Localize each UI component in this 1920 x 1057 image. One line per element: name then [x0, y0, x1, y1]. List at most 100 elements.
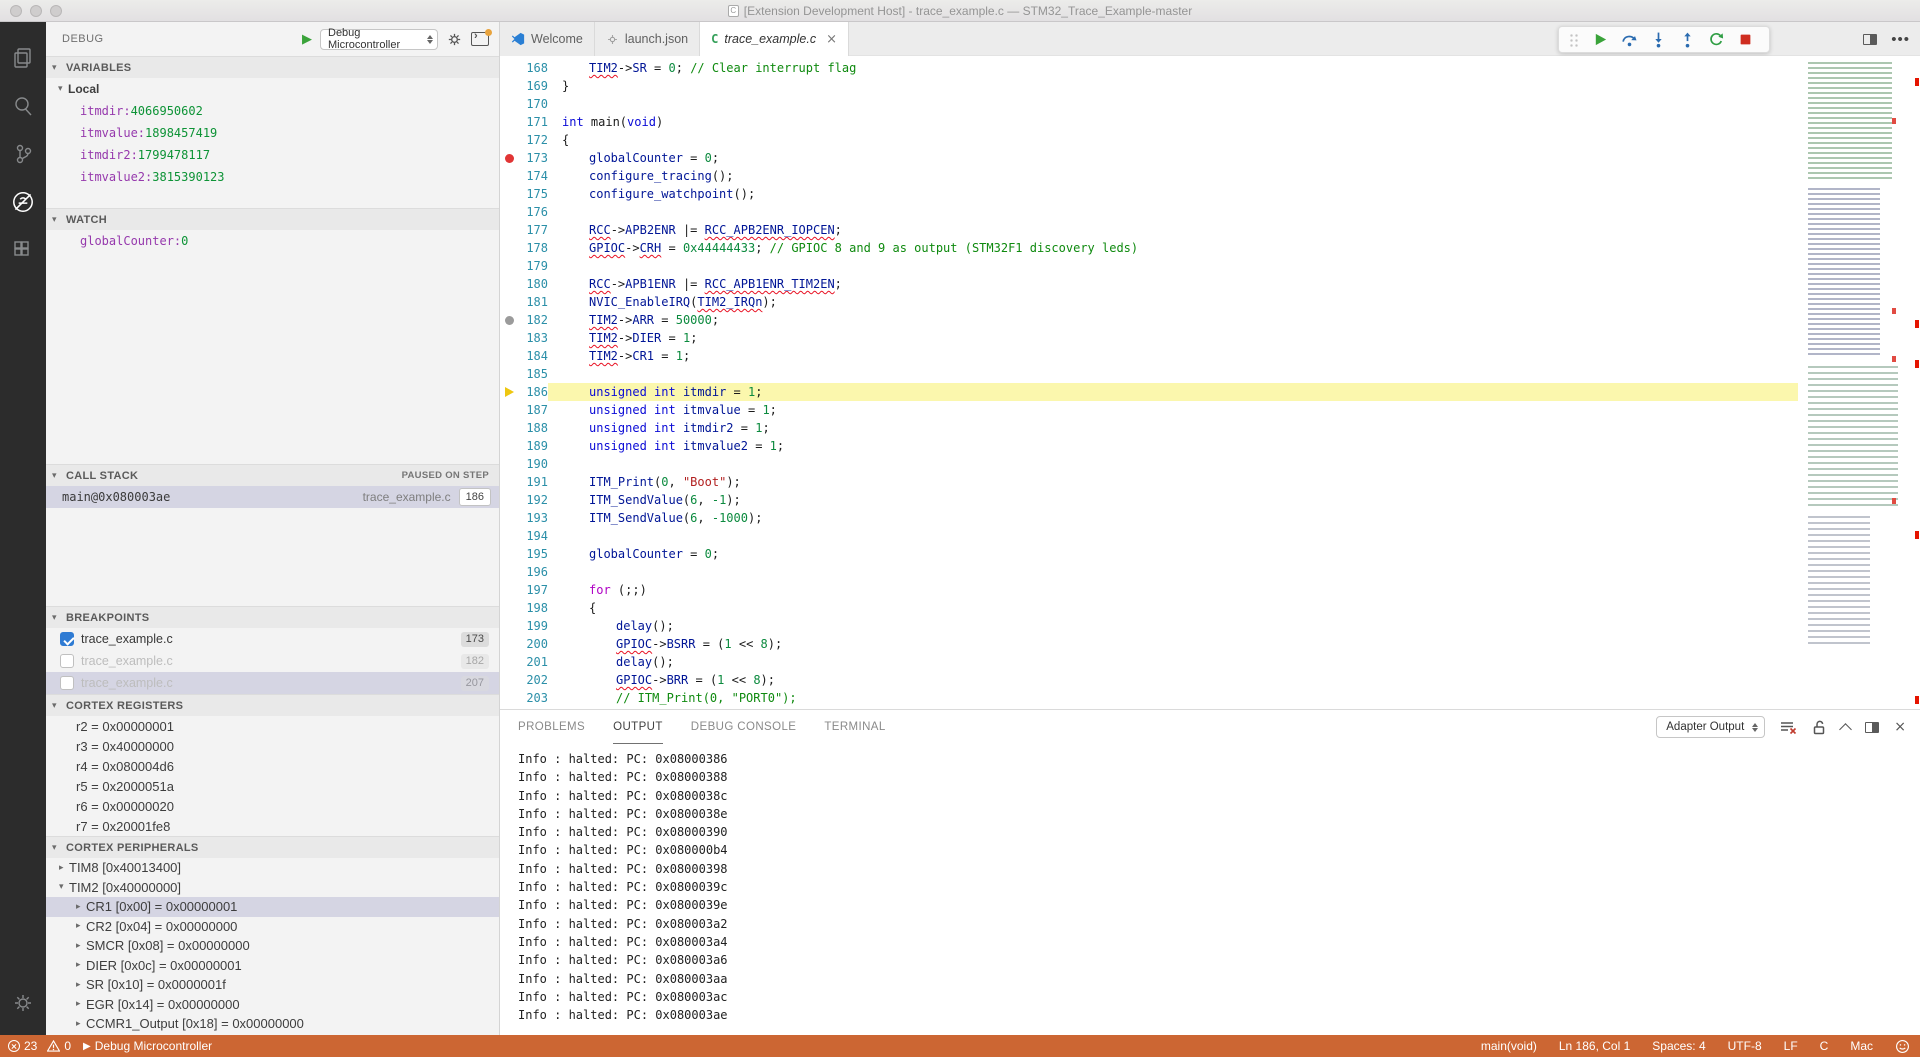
stop-button[interactable] — [1737, 31, 1754, 48]
scope-row[interactable]: ▾Local — [46, 78, 499, 100]
code-line[interactable]: 200GPIOC->BSRR = (1 << 8); — [500, 635, 1798, 653]
watch-section-header[interactable]: ▾WATCH — [46, 208, 499, 230]
unlock-icon[interactable] — [1812, 720, 1826, 735]
variable-row[interactable]: itmvalue2: 3815390123 — [46, 166, 499, 188]
code-line[interactable]: 188unsigned int itmdir2 = 1; — [500, 419, 1798, 437]
start-debug-button[interactable]: ▶ — [302, 32, 312, 47]
step-over-button[interactable] — [1621, 31, 1638, 48]
tab-problems[interactable]: PROBLEMS — [518, 710, 585, 744]
breakpoint-checkbox[interactable] — [60, 676, 74, 690]
output-channel-select[interactable]: Adapter Output — [1656, 716, 1765, 738]
close-tab-icon[interactable]: × — [826, 32, 837, 47]
breakpoint-checkbox[interactable] — [60, 654, 74, 668]
zoom-window-button[interactable] — [50, 5, 62, 17]
tab-trace-example[interactable]: C trace_example.c × — [700, 22, 849, 56]
cursor-position[interactable]: Ln 186, Col 1 — [1559, 1039, 1630, 1053]
search-icon[interactable] — [0, 82, 46, 130]
extensions-icon[interactable] — [0, 226, 46, 274]
feedback-smiley-icon[interactable] — [1895, 1039, 1910, 1054]
code-line[interactable]: 189unsigned int itmvalue2 = 1; — [500, 437, 1798, 455]
code-line[interactable]: 201delay(); — [500, 653, 1798, 671]
code-line[interactable]: 173globalCounter = 0; — [500, 149, 1798, 167]
variable-row[interactable]: itmdir: 4066950602 — [46, 100, 499, 122]
peripheral-register-row[interactable]: ▸CR1 [0x00] = 0x00000001 — [46, 897, 499, 917]
register-row[interactable]: r5 = 0x2000051a — [46, 776, 499, 796]
code-line[interactable]: 170 — [500, 95, 1798, 113]
code-line[interactable]: 176 — [500, 203, 1798, 221]
breakpoint-row[interactable]: trace_example.c182 — [46, 650, 499, 672]
register-row[interactable]: r3 = 0x40000000 — [46, 736, 499, 756]
code-line[interactable]: 191ITM_Print(0, "Boot"); — [500, 473, 1798, 491]
settings-gear-icon[interactable] — [0, 979, 46, 1027]
code-line[interactable]: 203// ITM_Print(0, "PORT0"); — [500, 689, 1798, 707]
code-line[interactable]: 179 — [500, 257, 1798, 275]
problems-status[interactable]: 23 0 — [8, 1039, 71, 1053]
peripheral-row[interactable]: ▸TIM8 [0x40013400] — [46, 858, 499, 878]
code-line[interactable]: 197for (;;) — [500, 581, 1798, 599]
restart-button[interactable] — [1708, 31, 1725, 48]
code-line[interactable]: 178GPIOC->CRH = 0x44444433; // GPIOC 8 a… — [500, 239, 1798, 257]
register-row[interactable]: r4 = 0x080004d6 — [46, 756, 499, 776]
code-line[interactable]: 174configure_tracing(); — [500, 167, 1798, 185]
code-line[interactable]: 195globalCounter = 0; — [500, 545, 1798, 563]
register-row[interactable]: r6 = 0x00000020 — [46, 796, 499, 816]
registers-section-header[interactable]: ▾CORTEX REGISTERS — [46, 694, 499, 716]
breakpoint-row[interactable]: trace_example.c207 — [46, 672, 499, 694]
toolbar-drag-handle-icon[interactable] — [1568, 32, 1579, 47]
source-control-icon[interactable] — [0, 130, 46, 178]
code-line[interactable]: 177RCC->APB2ENR |= RCC_APB2ENR_IOPCEN; — [500, 221, 1798, 239]
minimize-window-button[interactable] — [30, 5, 42, 17]
peripheral-register-row[interactable]: ▸DIER [0x0c] = 0x00000001 — [46, 956, 499, 976]
step-out-button[interactable] — [1679, 31, 1696, 48]
symbol-context[interactable]: main(void) — [1481, 1039, 1537, 1053]
code-line[interactable]: 187unsigned int itmvalue = 1; — [500, 401, 1798, 419]
peripheral-register-row[interactable]: ▸SMCR [0x08] = 0x00000000 — [46, 936, 499, 956]
close-panel-icon[interactable]: × — [1894, 719, 1906, 735]
callstack-section-header[interactable]: ▾CALL STACK PAUSED ON STEP — [46, 464, 499, 486]
tab-terminal[interactable]: TERMINAL — [824, 710, 885, 744]
explorer-icon[interactable] — [0, 34, 46, 82]
peripheral-register-row[interactable]: ▸CR2 [0x04] = 0x00000000 — [46, 917, 499, 937]
code-line[interactable]: 172{ — [500, 131, 1798, 149]
split-editor-icon[interactable] — [1863, 34, 1877, 45]
code-line[interactable]: 194 — [500, 527, 1798, 545]
breakpoint-row[interactable]: trace_example.c173 — [46, 628, 499, 650]
watch-row[interactable]: globalCounter: 0 — [46, 230, 499, 252]
debug-icon[interactable] — [0, 178, 46, 226]
register-row[interactable]: r7 = 0x20001fe8 — [46, 816, 499, 836]
code-line[interactable]: 186unsigned int itmdir = 1; — [500, 383, 1798, 401]
code-line[interactable]: 196 — [500, 563, 1798, 581]
maximize-panel-icon[interactable] — [1839, 723, 1852, 736]
tab-welcome[interactable]: Welcome — [500, 22, 595, 56]
variable-row[interactable]: itmvalue: 1898457419 — [46, 122, 499, 144]
split-panel-icon[interactable] — [1865, 722, 1879, 733]
code-line[interactable]: 175configure_watchpoint(); — [500, 185, 1798, 203]
output-log[interactable]: Info : halted: PC: 0x08000386Info : halt… — [500, 744, 1920, 1035]
peripheral-row[interactable]: ▾TIM2 [0x40000000] — [46, 878, 499, 898]
code-line[interactable]: 192ITM_SendValue(6, -1); — [500, 491, 1798, 509]
breakpoint-checkbox[interactable] — [60, 632, 74, 646]
clear-output-icon[interactable] — [1780, 720, 1797, 735]
stack-frame-row[interactable]: main@0x080003ae trace_example.c 186 — [46, 486, 499, 508]
tab-debug-console[interactable]: DEBUG CONSOLE — [691, 710, 797, 744]
peripheral-register-row[interactable]: ▸EGR [0x14] = 0x00000000 — [46, 995, 499, 1015]
code-line[interactable]: 202GPIOC->BRR = (1 << 8); — [500, 671, 1798, 689]
code-line[interactable]: 193ITM_SendValue(6, -1000); — [500, 509, 1798, 527]
platform-indicator[interactable]: Mac — [1850, 1039, 1873, 1053]
configure-gear-icon[interactable] — [446, 31, 463, 48]
code-line[interactable]: 184TIM2->CR1 = 1; — [500, 347, 1798, 365]
encoding-setting[interactable]: UTF-8 — [1728, 1039, 1762, 1053]
peripheral-register-row[interactable]: ▸SR [0x10] = 0x0000001f — [46, 975, 499, 995]
code-line[interactable]: 169} — [500, 77, 1798, 95]
debug-session-status[interactable]: ▶ Debug Microcontroller — [83, 1039, 212, 1053]
register-row[interactable]: r2 = 0x00000001 — [46, 716, 499, 736]
code-line[interactable]: 183TIM2->DIER = 1; — [500, 329, 1798, 347]
more-actions-icon[interactable]: ••• — [1891, 31, 1910, 48]
code-line[interactable]: 199delay(); — [500, 617, 1798, 635]
window-controls[interactable] — [10, 5, 62, 17]
peripherals-section-header[interactable]: ▾CORTEX PERIPHERALS — [46, 836, 499, 858]
code-line[interactable]: 198{ — [500, 599, 1798, 617]
code-line[interactable]: 181NVIC_EnableIRQ(TIM2_IRQn); — [500, 293, 1798, 311]
code-line[interactable]: 182TIM2->ARR = 50000; — [500, 311, 1798, 329]
variables-section-header[interactable]: ▾VARIABLES — [46, 56, 499, 78]
